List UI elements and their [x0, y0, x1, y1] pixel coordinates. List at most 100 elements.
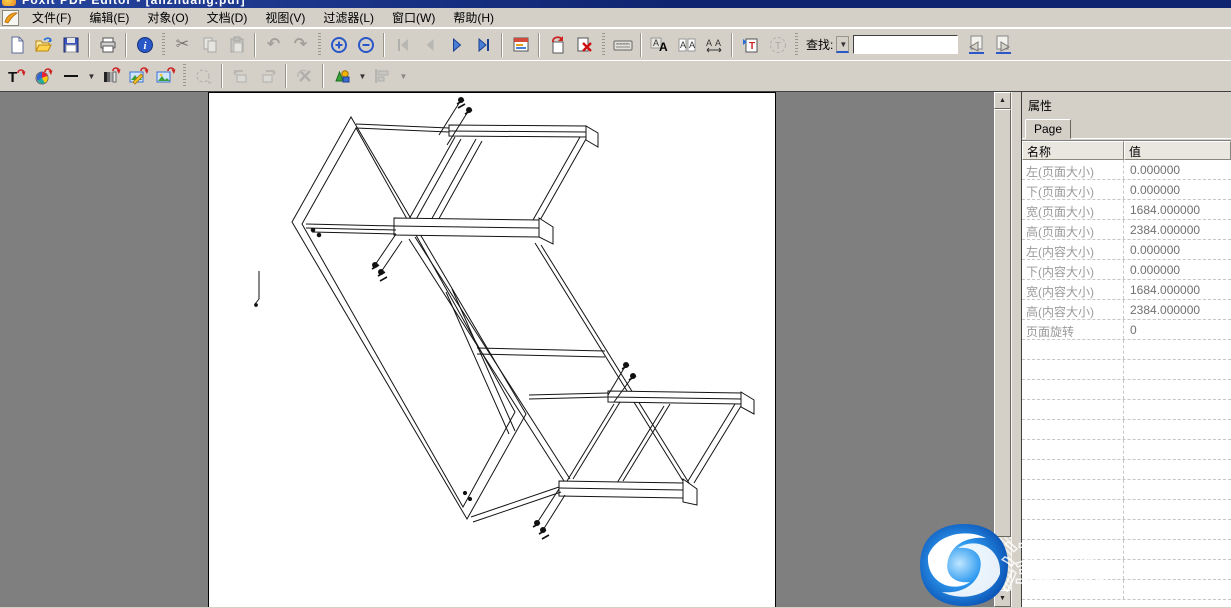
property-row: 下(页面大小)0.000000 — [1022, 180, 1231, 200]
menu-filter[interactable]: 过滤器(L) — [314, 7, 383, 28]
empty-row — [1022, 500, 1231, 520]
svg-text:A: A — [659, 40, 668, 54]
menu-document[interactable]: 文档(D) — [198, 7, 257, 28]
title-bar: Foxit PDF Editor - [anzhuang.pdf] — [0, 0, 1231, 8]
zoom-out-button[interactable] — [352, 32, 379, 58]
pdf-page[interactable] — [208, 92, 776, 607]
svg-text:A: A — [689, 40, 695, 50]
property-row: 下(内容大小)0.000000 — [1022, 260, 1231, 280]
font-width-button[interactable]: AA — [700, 32, 727, 58]
next-page-button[interactable] — [443, 32, 470, 58]
delete-object-button[interactable] — [291, 63, 318, 89]
scrollbar-thumb[interactable] — [994, 109, 1011, 537]
property-row: 宽(内容大小)1684.000000 — [1022, 280, 1231, 300]
paste-button[interactable] — [223, 32, 250, 58]
find-options-dropdown[interactable]: ▼ — [836, 36, 849, 53]
svg-text:T: T — [774, 41, 780, 52]
delete-page-button[interactable] — [571, 32, 598, 58]
add-graphic-button[interactable] — [30, 63, 57, 89]
keyboard-button[interactable] — [609, 32, 636, 58]
menu-object[interactable]: 对象(O) — [138, 7, 197, 28]
rotate-object-left-button[interactable] — [227, 63, 254, 89]
empty-row — [1022, 540, 1231, 560]
column-header-name[interactable]: 名称 — [1022, 141, 1124, 160]
window-title: Foxit PDF Editor - [anzhuang.pdf] — [22, 0, 246, 7]
document-icon — [2, 10, 19, 26]
column-header-value[interactable]: 值 — [1124, 141, 1231, 160]
add-text-button[interactable]: T — [3, 63, 30, 89]
text-cursor — [255, 271, 259, 306]
empty-row — [1022, 420, 1231, 440]
empty-row — [1022, 460, 1231, 480]
panel-resize-gutter[interactable] — [1011, 92, 1021, 607]
rotate-page-button[interactable] — [544, 32, 571, 58]
property-row: 宽(页面大小)1684.000000 — [1022, 200, 1231, 220]
replace-font-button[interactable]: AA — [646, 32, 673, 58]
tab-page[interactable]: Page — [1025, 119, 1071, 139]
edit-image-button[interactable] — [125, 63, 152, 89]
property-row: 页面旋转0 — [1022, 320, 1231, 340]
save-button[interactable] — [57, 32, 84, 58]
zoom-in-button[interactable] — [325, 32, 352, 58]
watermark-logo — [918, 522, 1010, 608]
print-button[interactable] — [94, 32, 121, 58]
properties-panel: 属性 Page 名称 值 左(页面大小)0.000000 下(页面大小)0.00… — [1011, 92, 1231, 607]
empty-row — [1022, 360, 1231, 380]
object-types-button[interactable] — [328, 63, 355, 89]
menu-file[interactable]: 文件(F) — [23, 7, 80, 28]
property-row: 左(页面大小)0.000000 — [1022, 160, 1231, 180]
object-types-dropdown[interactable]: ▼ — [355, 63, 369, 89]
undo-button[interactable]: ↶ — [260, 32, 287, 58]
last-page-button[interactable] — [470, 32, 497, 58]
empty-row — [1022, 520, 1231, 540]
toolbar-objects: T ▼ ▼ ▼ — [0, 60, 1231, 92]
empty-row — [1022, 340, 1231, 360]
property-row: 左(内容大小)0.000000 — [1022, 240, 1231, 260]
empty-row — [1022, 380, 1231, 400]
first-page-button[interactable] — [389, 32, 416, 58]
transform-object-button[interactable] — [190, 63, 217, 89]
toolbar-main: i ✂ ↶ ↷ AA AA AA T T 查找: ▼ — [0, 28, 1231, 60]
menu-window[interactable]: 窗口(W) — [383, 7, 444, 28]
redo-button[interactable]: ↷ — [287, 32, 314, 58]
align-objects-dropdown[interactable]: ▼ — [396, 63, 410, 89]
menu-edit[interactable]: 编辑(E) — [80, 7, 138, 28]
menu-bar: 文件(F) 编辑(E) 对象(O) 文档(D) 视图(V) 过滤器(L) 窗口(… — [0, 8, 1231, 28]
menu-view[interactable]: 视图(V) — [256, 7, 314, 28]
empty-row — [1022, 560, 1231, 580]
previous-page-button[interactable] — [416, 32, 443, 58]
document-info-button[interactable]: i — [131, 32, 158, 58]
find-input[interactable] — [853, 35, 958, 54]
svg-text:A: A — [680, 40, 686, 50]
open-file-button[interactable] — [30, 32, 57, 58]
match-font-button[interactable]: AA — [673, 32, 700, 58]
document-viewport: ▲ ▼ 属性 Page 名称 值 左(页面大小)0.000000 下(页面大小)… — [0, 92, 1231, 607]
add-line-button[interactable] — [57, 63, 84, 89]
properties-tab-row: Page — [1022, 117, 1231, 139]
add-line-dropdown[interactable]: ▼ — [84, 63, 98, 89]
rotate-object-right-button[interactable] — [254, 63, 281, 89]
align-objects-button[interactable] — [369, 63, 396, 89]
svg-text:A: A — [715, 38, 721, 48]
properties-table: 名称 值 左(页面大小)0.000000 下(页面大小)0.000000 宽(页… — [1022, 140, 1231, 607]
copy-button[interactable] — [196, 32, 223, 58]
properties-panel-title: 属性 — [1022, 92, 1231, 117]
page-thumbnail-button[interactable] — [507, 32, 534, 58]
empty-row — [1022, 400, 1231, 420]
add-shading-button[interactable] — [98, 63, 125, 89]
svg-text:T: T — [749, 41, 755, 52]
cut-button[interactable]: ✂ — [169, 32, 196, 58]
empty-row — [1022, 580, 1231, 600]
frame-assembly-drawing — [209, 93, 775, 606]
import-text-button[interactable]: T — [737, 32, 764, 58]
menu-help[interactable]: 帮助(H) — [444, 7, 503, 28]
app-icon — [2, 0, 16, 6]
find-previous-button[interactable] — [962, 32, 989, 58]
svg-text:T: T — [8, 69, 17, 85]
empty-row — [1022, 440, 1231, 460]
text-mode-button[interactable]: T — [764, 32, 791, 58]
add-image-button[interactable] — [152, 63, 179, 89]
new-document-button[interactable] — [3, 32, 30, 58]
find-next-button[interactable] — [989, 32, 1016, 58]
scroll-up-button[interactable]: ▲ — [994, 92, 1011, 109]
